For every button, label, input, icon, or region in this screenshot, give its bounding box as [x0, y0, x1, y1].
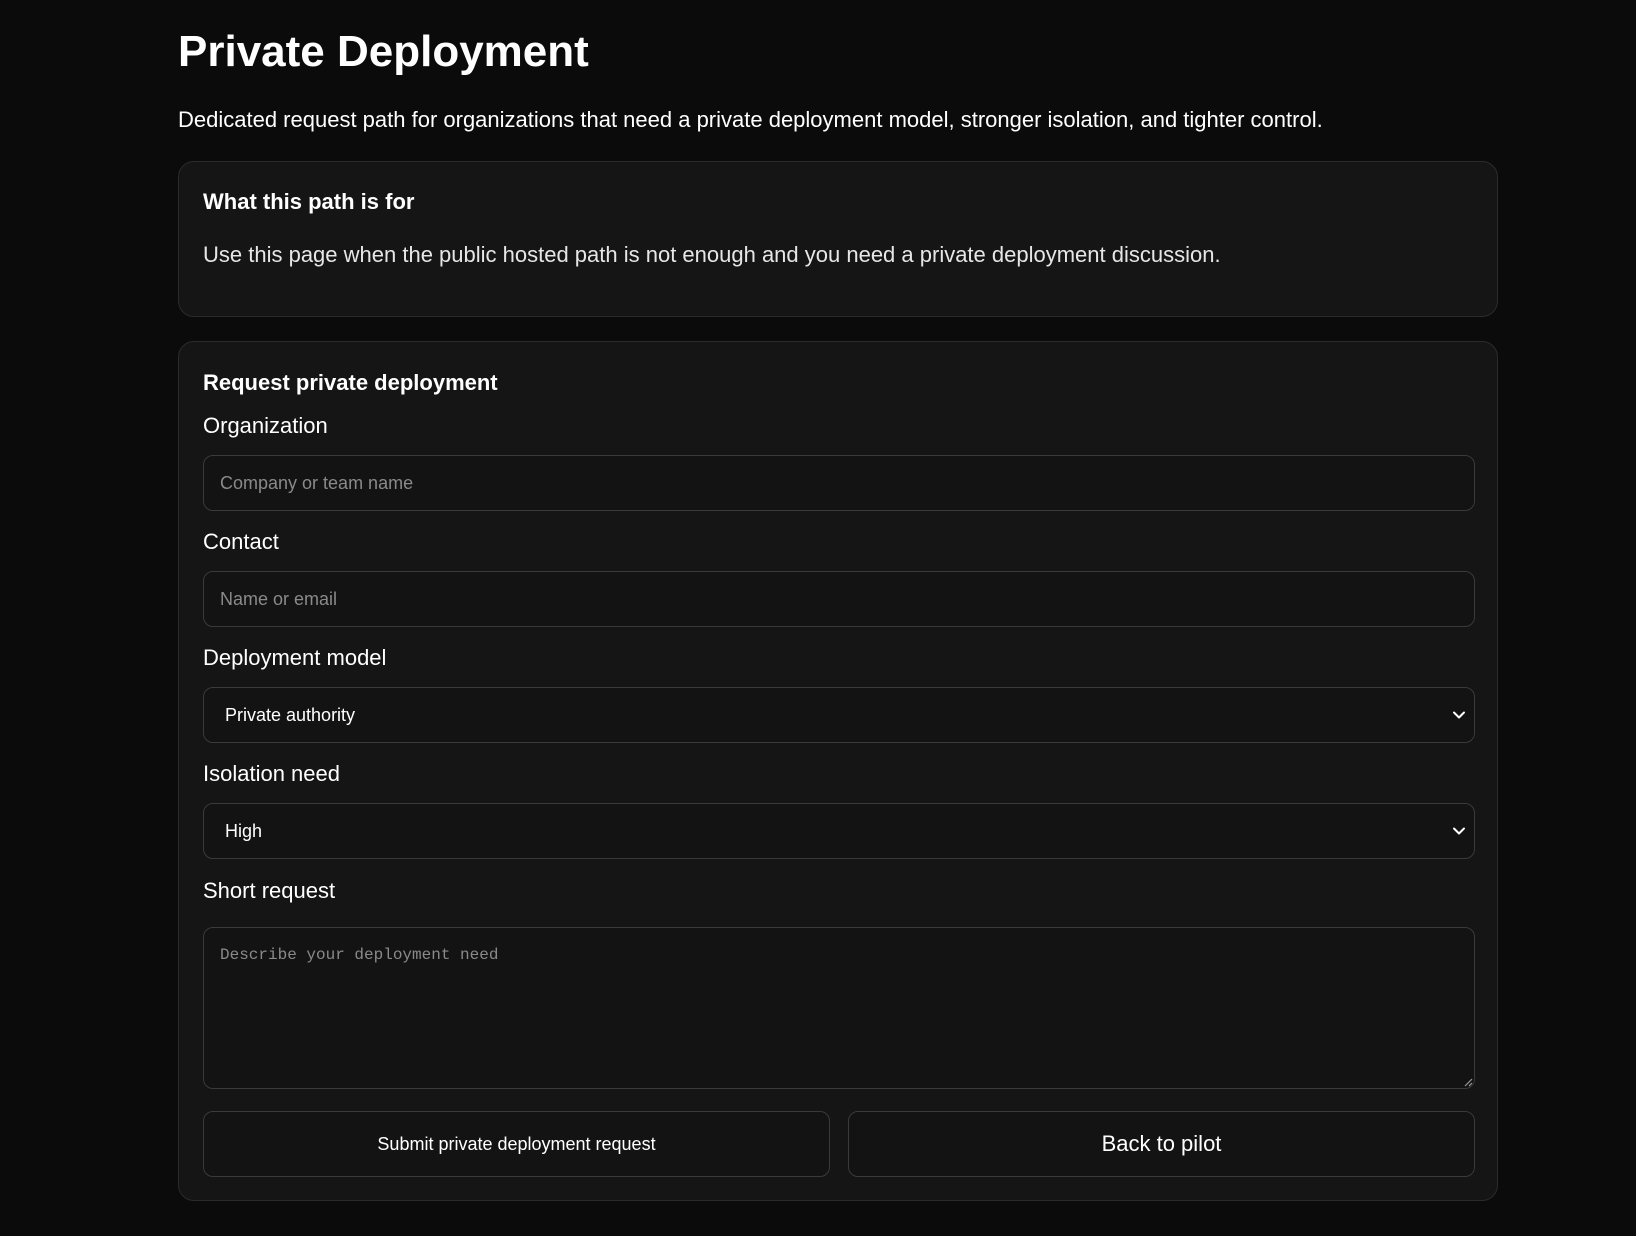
contact-label: Contact	[203, 529, 279, 554]
short-request-label: Short request	[203, 878, 336, 903]
deployment-model-label: Deployment model	[203, 645, 387, 670]
organization-input[interactable]	[203, 455, 1475, 511]
request-form-card: Request private deployment Organization …	[178, 341, 1498, 1201]
submit-request-button[interactable]: Submit private deployment request	[203, 1111, 830, 1177]
isolation-need-selected-value: High	[225, 821, 263, 841]
isolation-need-label: Isolation need	[203, 761, 340, 786]
isolation-need-select[interactable]: High	[203, 803, 1475, 859]
page-subtitle: Dedicated request path for organizations…	[178, 107, 1323, 132]
resize-handle-icon[interactable]	[1463, 1077, 1473, 1087]
contact-input[interactable]	[203, 571, 1475, 627]
deployment-model-selected-value: Private authority	[225, 705, 356, 725]
info-card-heading: What this path is for	[203, 189, 415, 214]
chevron-down-icon	[1453, 827, 1465, 835]
chevron-down-icon	[1453, 711, 1465, 719]
deployment-model-select[interactable]: Private authority	[203, 687, 1475, 743]
organization-label: Organization	[203, 413, 328, 438]
short-request-textarea[interactable]	[203, 927, 1475, 1089]
page-title: Private Deployment	[178, 27, 589, 76]
form-heading: Request private deployment	[203, 370, 498, 395]
info-card-text: Use this page when the public hosted pat…	[203, 242, 1221, 267]
info-card: What this path is for Use this page when…	[178, 161, 1498, 317]
back-to-pilot-button[interactable]: Back to pilot	[848, 1111, 1475, 1177]
